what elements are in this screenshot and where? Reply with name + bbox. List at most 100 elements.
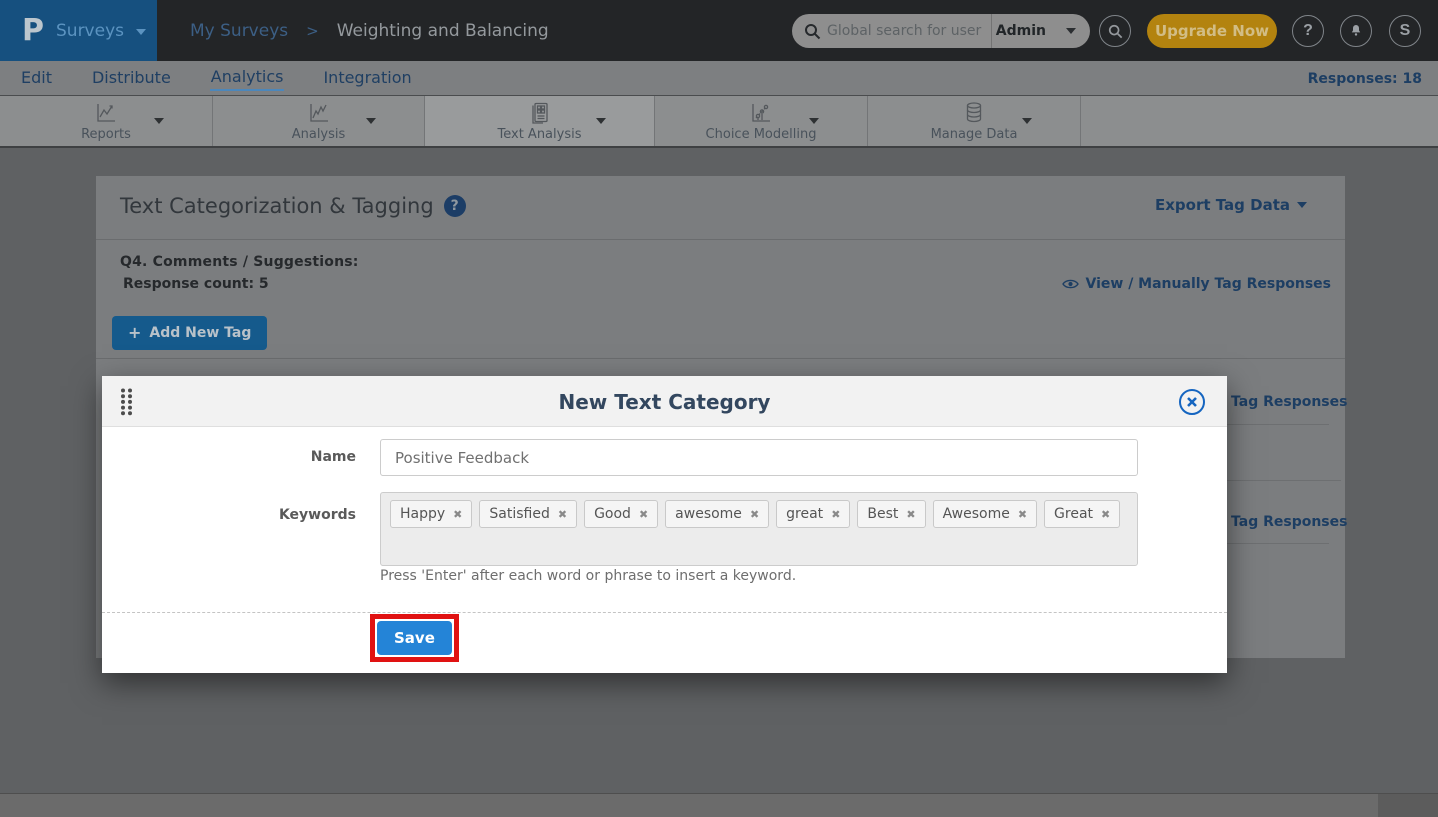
chevron-down-icon[interactable] — [596, 118, 606, 124]
search-button[interactable] — [1099, 15, 1131, 47]
keyword-text: Satisfied — [489, 506, 549, 522]
account-avatar[interactable]: S — [1389, 15, 1421, 47]
chevron-down-icon[interactable] — [1066, 28, 1076, 34]
app-logo: P — [22, 16, 44, 46]
top-navbar: P Surveys My Surveys > Weighting and Bal… — [0, 0, 1438, 61]
tab-choice-modelling[interactable]: Choice Modelling — [655, 96, 868, 146]
tag-responses-link[interactable]: Tag Responses — [1231, 394, 1347, 410]
tag-responses-link[interactable]: Tag Responses — [1231, 514, 1347, 530]
avatar-initial: S — [1400, 22, 1411, 40]
divider — [96, 358, 1345, 359]
keywords-field-label: Keywords — [102, 507, 356, 523]
tab-reports[interactable]: Reports — [0, 96, 213, 146]
keyword-tag: Satisfied — [479, 500, 577, 528]
close-button[interactable] — [1179, 389, 1205, 415]
keyword-tag: Awesome — [933, 500, 1037, 528]
nav-item-distribute[interactable]: Distribute — [91, 66, 172, 90]
save-button[interactable]: Save — [377, 621, 452, 655]
remove-keyword-icon[interactable] — [453, 509, 462, 520]
view-manually-tag-link[interactable]: View / Manually Tag Responses — [1062, 276, 1332, 292]
keyword-tag: Best — [857, 500, 925, 528]
remove-keyword-icon[interactable] — [639, 509, 648, 520]
eye-icon — [1062, 278, 1079, 290]
help-button[interactable]: ? — [1292, 15, 1324, 47]
question-mark-icon: ? — [1303, 22, 1313, 40]
survey-section-nav: Edit Distribute Analytics Integration Re… — [0, 61, 1438, 96]
add-new-tag-label: Add New Tag — [149, 325, 251, 341]
search-icon — [804, 23, 821, 40]
remove-keyword-icon[interactable] — [906, 509, 915, 520]
chevron-down-icon[interactable] — [154, 118, 164, 124]
footer-corner — [1378, 794, 1438, 817]
chevron-down-icon[interactable] — [366, 118, 376, 124]
tab-label: Analysis — [292, 127, 346, 142]
chevron-down-icon[interactable] — [809, 118, 819, 124]
breadcrumb-separator-icon: > — [306, 22, 319, 40]
response-count-label: Response count: 5 — [120, 276, 359, 292]
category-name-input[interactable] — [380, 439, 1138, 476]
save-highlight-annotation: Save — [370, 614, 459, 662]
keyword-text: great — [786, 506, 823, 522]
plus-icon: + — [128, 325, 141, 341]
keyword-text: Great — [1054, 506, 1093, 522]
tab-label: Choice Modelling — [706, 127, 817, 142]
remove-keyword-icon[interactable] — [1018, 509, 1027, 520]
chevron-down-icon[interactable] — [1022, 118, 1032, 124]
tab-text-analysis[interactable]: Text Analysis — [425, 96, 655, 146]
notifications-button[interactable] — [1340, 15, 1372, 47]
keyword-text: Best — [867, 506, 898, 522]
remove-keyword-icon[interactable] — [831, 509, 840, 520]
export-tag-data-label: Export Tag Data — [1155, 196, 1290, 214]
add-new-tag-button[interactable]: + Add New Tag — [112, 316, 267, 350]
search-input[interactable] — [821, 23, 991, 39]
bell-icon — [1348, 23, 1364, 39]
document-grid-icon — [527, 101, 553, 125]
keyword-text: Good — [594, 506, 631, 522]
responses-count: Responses: 18 — [1308, 61, 1422, 96]
page-title: Text Categorization & Tagging ? — [120, 194, 466, 218]
modal-header: New Text Category — [102, 376, 1227, 427]
keyword-tag: great — [776, 500, 850, 528]
area-chart-icon — [306, 101, 332, 125]
search-icon — [1108, 24, 1123, 39]
breadcrumb: My Surveys > Weighting and Balancing — [190, 0, 549, 61]
keyword-tag: Great — [1044, 500, 1120, 528]
modal-title: New Text Category — [102, 376, 1227, 427]
remove-keyword-icon[interactable] — [558, 509, 567, 520]
name-field-label: Name — [102, 449, 356, 465]
keyword-text: Awesome — [943, 506, 1010, 522]
nav-item-edit[interactable]: Edit — [20, 66, 53, 90]
line-chart-icon — [93, 101, 119, 125]
breadcrumb-survey-name: Weighting and Balancing — [337, 21, 549, 41]
remove-keyword-icon[interactable] — [750, 509, 759, 520]
chevron-down-icon — [136, 29, 146, 35]
keywords-helper-text: Press 'Enter' after each word or phrase … — [380, 568, 796, 584]
nav-item-integration[interactable]: Integration — [322, 66, 412, 90]
page-footer — [0, 793, 1438, 817]
remove-keyword-icon[interactable] — [1101, 509, 1110, 520]
tab-analysis[interactable]: Analysis — [213, 96, 425, 146]
keyword-tag: Happy — [390, 500, 472, 528]
tab-manage-data[interactable]: Manage Data — [868, 96, 1081, 146]
export-tag-data-dropdown[interactable]: Export Tag Data — [1155, 196, 1307, 214]
page-root: P Surveys My Surveys > Weighting and Bal… — [0, 0, 1438, 817]
keyword-tag: Good — [584, 500, 658, 528]
keyword-text: Happy — [400, 506, 445, 522]
surveys-menu-label: Surveys — [56, 21, 124, 41]
card-header: Text Categorization & Tagging ? Export T… — [96, 176, 1345, 240]
question-block: Q4. Comments / Suggestions: Response cou… — [120, 254, 359, 292]
search-scope-selector[interactable]: Admin — [992, 23, 1056, 39]
breadcrumb-my-surveys[interactable]: My Surveys — [190, 21, 288, 41]
view-manually-tag-label: View / Manually Tag Responses — [1086, 276, 1332, 292]
keyword-text: awesome — [675, 506, 742, 522]
upgrade-now-button[interactable]: Upgrade Now — [1147, 14, 1277, 48]
divider — [102, 612, 1227, 613]
nav-item-analytics[interactable]: Analytics — [210, 65, 285, 91]
new-text-category-modal: New Text Category Name Keywords Happy Sa… — [102, 376, 1227, 673]
surveys-menu[interactable]: P Surveys — [0, 0, 157, 61]
keywords-input-box[interactable]: Happy Satisfied Good awesome great Best … — [380, 492, 1138, 566]
help-icon[interactable]: ? — [444, 195, 466, 217]
database-icon — [961, 101, 987, 125]
keyword-tag: awesome — [665, 500, 769, 528]
analytics-toolbar: Reports Analysis Text Analysis — [0, 96, 1438, 148]
